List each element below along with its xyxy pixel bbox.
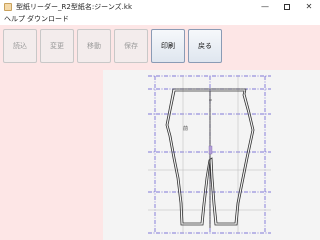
window-title: 型紙リーダー_R2型紙名:ジーンズ.kk bbox=[16, 3, 133, 11]
pattern-drawing: 前 bbox=[148, 75, 271, 234]
change-button[interactable]: 変更 bbox=[40, 29, 74, 63]
maximize-icon bbox=[284, 4, 290, 10]
menu-download[interactable]: ダウンロード bbox=[27, 15, 69, 24]
notch-mark bbox=[208, 145, 213, 155]
app-window: 型紙リーダー_R2型紙名:ジーンズ.kk — ✕ ヘルプ ダウンロード 読込 変… bbox=[0, 0, 320, 240]
guide-grid bbox=[148, 75, 271, 234]
piece-label: 前 bbox=[183, 125, 188, 132]
move-button[interactable]: 移動 bbox=[77, 29, 111, 63]
toolbar: 読込 変更 移動 保存 印刷 戻る bbox=[0, 25, 320, 70]
menu-help[interactable]: ヘルプ bbox=[4, 15, 25, 24]
title-bar: 型紙リーダー_R2型紙名:ジーンズ.kk — ✕ bbox=[0, 0, 320, 14]
minimize-button[interactable]: — bbox=[254, 0, 276, 14]
left-panel bbox=[0, 70, 103, 240]
pattern-canvas[interactable]: 前 bbox=[103, 70, 320, 240]
maximize-button[interactable] bbox=[276, 0, 298, 14]
print-button[interactable]: 印刷 bbox=[151, 29, 185, 63]
save-button[interactable]: 保存 bbox=[114, 29, 148, 63]
app-icon bbox=[4, 3, 12, 11]
read-button[interactable]: 読込 bbox=[3, 29, 37, 63]
construction-lines bbox=[148, 76, 271, 233]
back-button[interactable]: 戻る bbox=[188, 29, 222, 63]
close-button[interactable]: ✕ bbox=[298, 0, 320, 14]
menu-bar: ヘルプ ダウンロード bbox=[0, 14, 320, 25]
